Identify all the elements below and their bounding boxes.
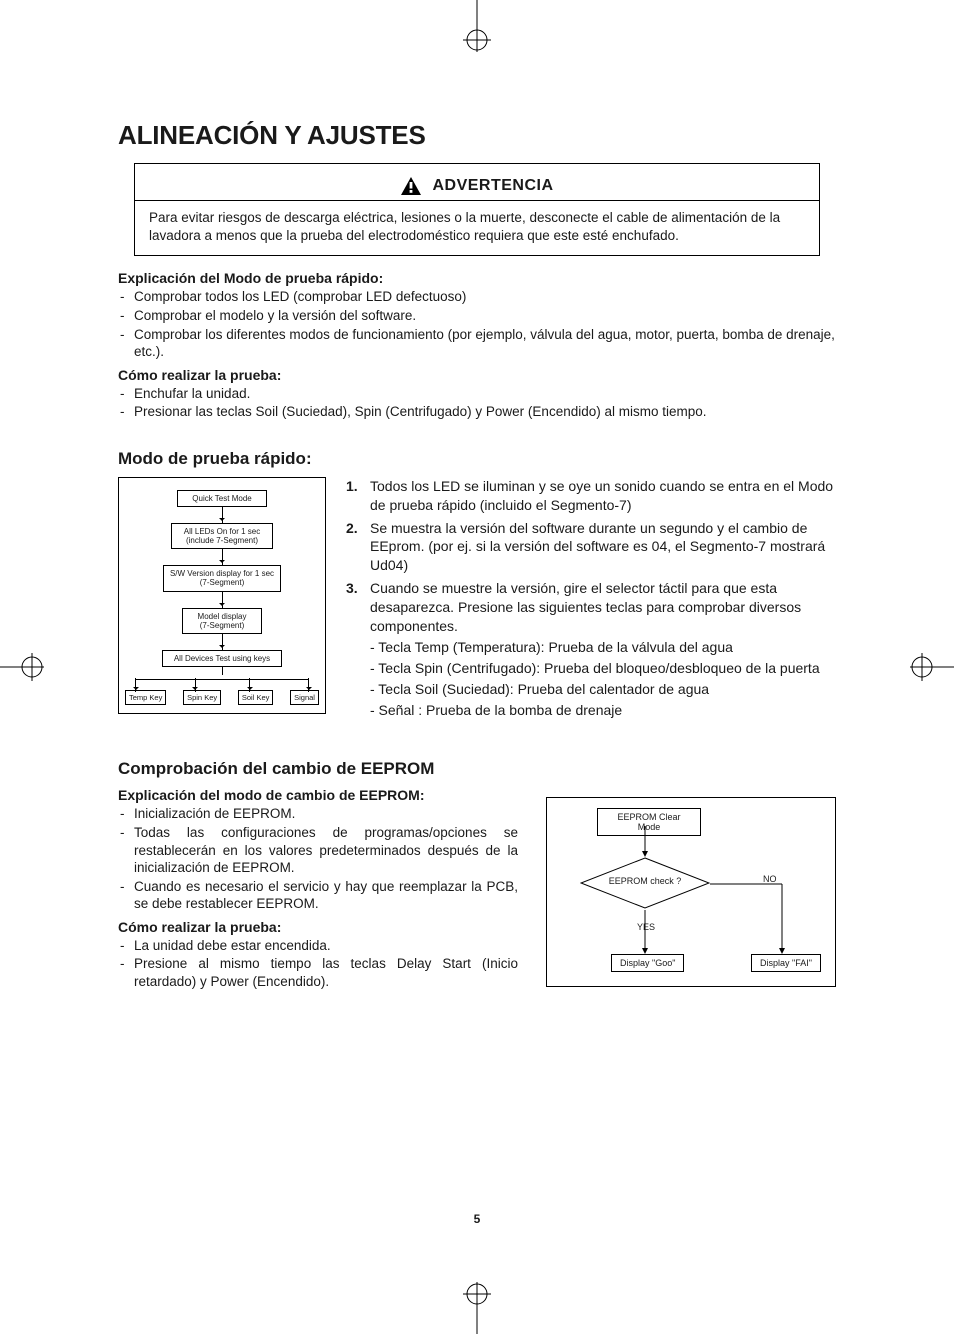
flow-node: EEPROM Clear Mode — [597, 808, 701, 836]
quicktest-howto-heading: Cómo realizar la prueba: — [118, 367, 836, 383]
step-item: Se muestra la versión del software duran… — [346, 519, 836, 576]
quicktest-explanation-heading: Explicación del Modo de prueba rápido: — [118, 270, 836, 286]
step-sub: - Tecla Soil (Suciedad): Prueba del cale… — [370, 680, 836, 699]
key-cell: Temp Key — [125, 690, 166, 705]
page-title: ALINEACIÓN Y AJUSTES — [118, 120, 836, 151]
list-item: Enchufar la unidad. — [118, 385, 836, 403]
step-sub: - Señal : Prueba de la bomba de drenaje — [370, 701, 836, 720]
eeprom-explanation-list: Inicialización de EEPROM. Todas las conf… — [118, 805, 518, 912]
list-item: La unidad debe estar encendida. — [118, 937, 518, 955]
flow-node: All Devices Test using keys — [162, 650, 282, 667]
eeprom-diagram: EEPROM Clear Mode EEPROM check ? NO YES … — [546, 797, 836, 987]
step-intro: Cuando se muestre la versión, gire el se… — [370, 580, 801, 634]
key-cell: Soil Key — [238, 690, 274, 705]
step-sub: - Tecla Temp (Temperatura): Prueba de la… — [370, 638, 836, 657]
eeprom-howto-heading: Cómo realizar la prueba: — [118, 919, 518, 935]
flow-node: Display "FAI" — [751, 954, 821, 972]
eeprom-howto-list: La unidad debe estar encendida. Presione… — [118, 937, 518, 991]
decision-node: EEPROM check ? — [580, 857, 710, 909]
list-item: Cuando es necesario el servicio y hay qu… — [118, 878, 518, 913]
yes-label: YES — [637, 922, 655, 932]
page-number: 5 — [474, 1212, 481, 1226]
list-item: Todas las configuraciones de programas/o… — [118, 824, 518, 877]
warning-box: ADVERTENCIA Para evitar riesgos de desca… — [134, 163, 820, 256]
quicktest-explanation-list: Comprobar todos los LED (comprobar LED d… — [118, 288, 836, 360]
step-sub: - Tecla Spin (Centrifugado): Prueba del … — [370, 659, 836, 678]
warning-icon — [400, 176, 422, 196]
list-item: Inicialización de EEPROM. — [118, 805, 518, 823]
warning-body: Para evitar riesgos de descarga eléctric… — [135, 201, 819, 255]
quicktest-diagram: Quick Test Mode All LEDs On for 1 sec (i… — [118, 477, 326, 715]
flow-node: Quick Test Mode — [177, 490, 267, 507]
flow-node: All LEDs On for 1 sec (include 7-Segment… — [171, 523, 273, 549]
step-item: Cuando se muestre la versión, gire el se… — [346, 579, 836, 719]
no-label: NO — [763, 874, 777, 884]
list-item: Comprobar todos los LED (comprobar LED d… — [118, 288, 836, 306]
quicktest-howto-list: Enchufar la unidad. Presionar las teclas… — [118, 385, 836, 421]
warning-title: ADVERTENCIA — [432, 177, 553, 195]
key-cell: Spin Key — [183, 690, 221, 705]
eeprom-explanation-heading: Explicación del modo de cambio de EEPROM… — [118, 787, 518, 803]
list-item: Presionar las teclas Soil (Suciedad), Sp… — [118, 403, 836, 421]
list-item: Comprobar los diferentes modos de funcio… — [118, 326, 836, 361]
list-item: Presione al mismo tiempo las teclas Dela… — [118, 955, 518, 990]
step-item: Todos los LED se iluminan y se oye un so… — [346, 477, 836, 515]
flow-node: Display "Goo" — [611, 954, 684, 972]
list-item: Comprobar el modelo y la versión del sof… — [118, 307, 836, 325]
eeprom-heading: Comprobación del cambio de EEPROM — [118, 759, 836, 779]
quicktest-steps: Todos los LED se iluminan y se oye un so… — [346, 477, 836, 724]
flow-node: S/W Version display for 1 sec (7-Segment… — [163, 565, 281, 591]
quicktest-heading: Modo de prueba rápido: — [118, 449, 836, 469]
key-cell: Signal — [290, 690, 319, 705]
flow-node: Model display (7-Segment) — [182, 608, 262, 634]
decision-label: EEPROM check ? — [580, 876, 710, 886]
